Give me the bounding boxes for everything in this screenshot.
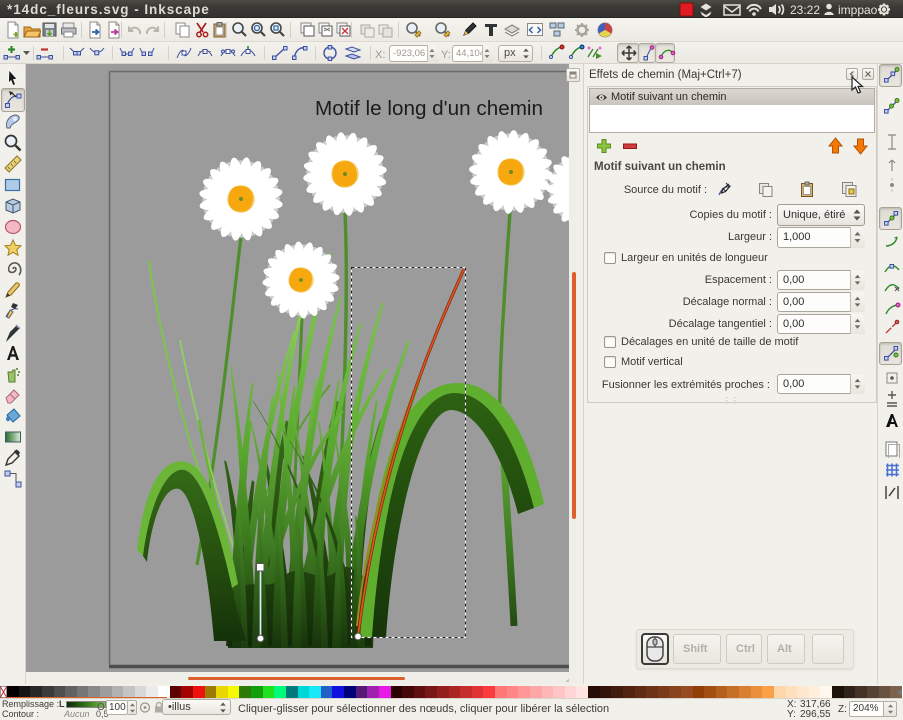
svg-text:Motif le long d'un chemin: Motif le long d'un chemin bbox=[315, 98, 543, 120]
